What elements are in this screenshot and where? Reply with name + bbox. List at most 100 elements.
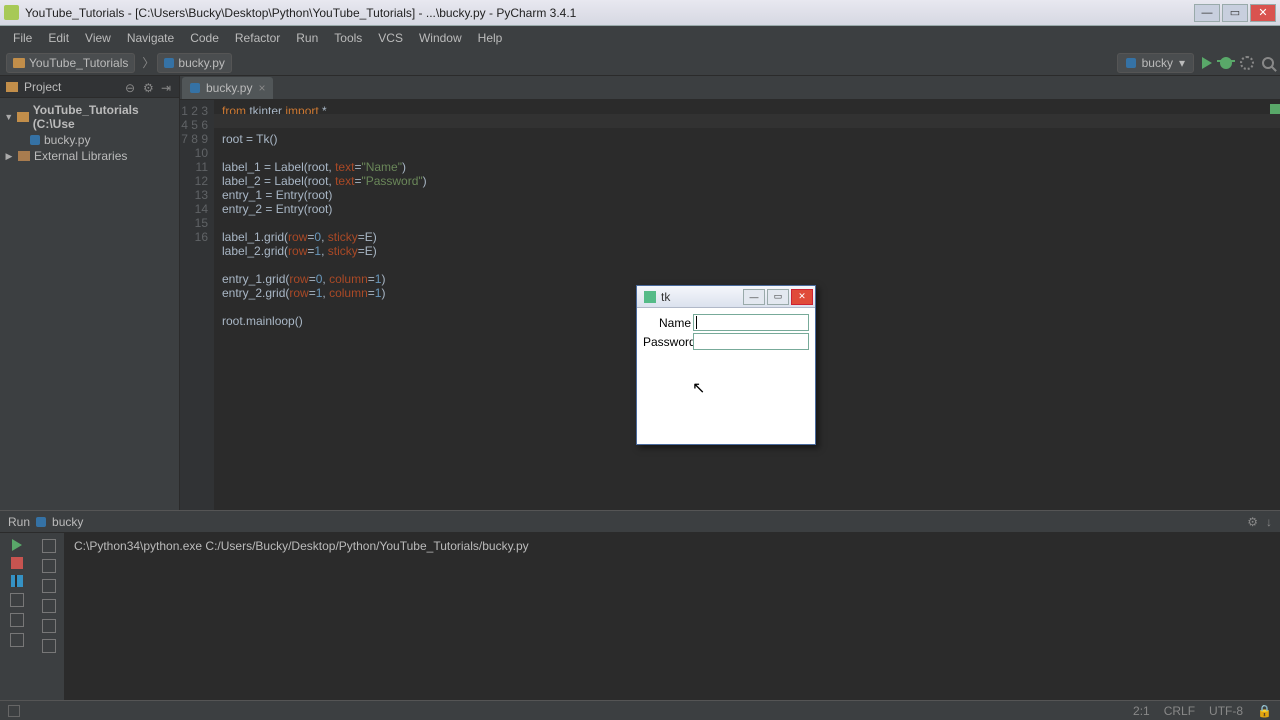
pin-icon[interactable]: ↓	[1266, 515, 1272, 529]
breadcrumb-project[interactable]: YouTube_Tutorials	[6, 53, 135, 73]
run-head-label: Run	[8, 515, 30, 529]
gear-icon[interactable]: ⚙	[1247, 515, 1258, 529]
tk-entry-password[interactable]	[693, 333, 809, 350]
tree-file-label: bucky.py	[44, 133, 90, 147]
menu-file[interactable]: File	[6, 28, 39, 48]
breadcrumb-file[interactable]: bucky.py	[157, 53, 231, 73]
tk-row-password: Password	[643, 333, 809, 350]
tree-external-label: External Libraries	[34, 149, 127, 163]
chevron-down-icon: ▾	[1179, 56, 1185, 70]
tab-label: bucky.py	[206, 81, 252, 95]
tk-titlebar[interactable]: tk — ▭ ✕	[637, 286, 815, 308]
menu-help[interactable]: Help	[471, 28, 510, 48]
status-bar: 2:1 CRLF UTF-8 🔒	[0, 700, 1280, 720]
library-icon	[18, 151, 30, 161]
tk-close-button[interactable]: ✕	[791, 289, 813, 305]
tree-external[interactable]: ▶ External Libraries	[0, 148, 179, 164]
maximize-button[interactable]: ▭	[1222, 4, 1248, 22]
tool-icon[interactable]	[10, 613, 24, 627]
python-icon	[1126, 58, 1136, 68]
window-title: YouTube_Tutorials - [C:\Users\Bucky\Desk…	[25, 6, 1194, 20]
python-icon	[190, 83, 200, 93]
trash-icon[interactable]	[42, 639, 56, 653]
run-config-dropdown[interactable]: bucky ▾	[1117, 53, 1194, 73]
tk-body: Name Password	[637, 308, 815, 358]
chevron-down-icon[interactable]: ▼	[4, 112, 13, 122]
status-eol[interactable]: CRLF	[1164, 704, 1195, 718]
debug-icon[interactable]	[1220, 57, 1232, 69]
pause-icon[interactable]	[11, 575, 23, 587]
status-caret-pos[interactable]: 2:1	[1133, 704, 1150, 718]
tree-file[interactable]: bucky.py	[0, 132, 179, 148]
menu-edit[interactable]: Edit	[41, 28, 76, 48]
run-config-name: bucky	[52, 515, 83, 529]
minimize-button[interactable]: —	[1194, 4, 1220, 22]
run-panel: Run bucky ⚙ ↓	[0, 510, 1280, 700]
tk-icon	[644, 291, 656, 303]
up-icon[interactable]	[42, 539, 56, 553]
folder-icon	[6, 82, 18, 92]
search-icon[interactable]	[1262, 57, 1274, 69]
down-icon[interactable]	[42, 559, 56, 573]
status-lock-icon[interactable]: 🔒	[1257, 704, 1272, 718]
menu-navigate[interactable]: Navigate	[120, 28, 181, 48]
nav-row: YouTube_Tutorials 〉 bucky.py bucky ▾	[0, 50, 1280, 76]
gutter: 1 2 3 4 5 6 7 8 9 10 11 12 13 14 15 16	[180, 100, 214, 510]
tk-entry-name[interactable]	[693, 314, 809, 331]
python-icon	[30, 135, 40, 145]
menu-refactor[interactable]: Refactor	[228, 28, 287, 48]
menu-tools[interactable]: Tools	[327, 28, 369, 48]
restart-icon[interactable]	[10, 593, 24, 607]
tree-root[interactable]: ▼ YouTube_Tutorials (C:\Use	[0, 102, 179, 132]
clear-icon[interactable]	[42, 619, 56, 633]
menu-code[interactable]: Code	[183, 28, 226, 48]
wrap-icon[interactable]	[42, 579, 56, 593]
tk-title-label: tk	[661, 290, 741, 304]
python-icon	[36, 517, 46, 527]
tk-maximize-button[interactable]: ▭	[767, 289, 789, 305]
rerun-icon[interactable]	[12, 539, 22, 551]
project-panel-title: Project	[24, 80, 61, 94]
code-ok-marker	[1270, 104, 1280, 114]
tk-row-name: Name	[643, 314, 809, 331]
collapse-icon[interactable]: ⊖	[125, 81, 137, 93]
hide-icon[interactable]: ⇥	[161, 81, 173, 93]
breadcrumb-project-label: YouTube_Tutorials	[29, 56, 128, 70]
breadcrumb-file-label: bucky.py	[178, 56, 224, 70]
tab-bucky[interactable]: bucky.py ×	[182, 77, 273, 99]
titlebar: YouTube_Tutorials - [C:\Users\Bucky\Desk…	[0, 0, 1280, 26]
tab-close-icon[interactable]: ×	[258, 81, 265, 95]
tk-minimize-button[interactable]: —	[743, 289, 765, 305]
pycharm-window: YouTube_Tutorials - [C:\Users\Bucky\Desk…	[0, 0, 1280, 720]
stop-icon[interactable]	[11, 557, 23, 569]
run-body: C:\Python34\python.exe C:/Users/Bucky/De…	[0, 533, 1280, 700]
project-panel-header[interactable]: Project ⊖ ⚙ ⇥	[0, 76, 179, 98]
menubar: File Edit View Navigate Code Refactor Ru…	[0, 26, 1280, 50]
python-icon	[164, 58, 174, 68]
folder-icon	[13, 58, 25, 68]
run-output[interactable]: C:\Python34\python.exe C:/Users/Bucky/De…	[64, 533, 1280, 700]
menu-window[interactable]: Window	[412, 28, 469, 48]
menu-vcs[interactable]: VCS	[371, 28, 410, 48]
run-tools-left	[0, 533, 34, 700]
status-box-icon[interactable]	[8, 705, 20, 717]
close-panel-icon[interactable]	[10, 633, 24, 647]
run-output-text: C:\Python34\python.exe C:/Users/Bucky/De…	[74, 539, 529, 553]
tk-label-name: Name	[643, 316, 693, 330]
print-icon[interactable]	[42, 599, 56, 613]
project-panel: Project ⊖ ⚙ ⇥ ▼ YouTube_Tutorials (C:\Us…	[0, 76, 180, 510]
run-panel-header[interactable]: Run bucky ⚙ ↓	[0, 511, 1280, 533]
menu-run[interactable]: Run	[289, 28, 325, 48]
tk-window[interactable]: tk — ▭ ✕ Name Password	[636, 285, 816, 445]
settings-icon[interactable]	[1240, 56, 1254, 70]
mouse-cursor-icon: ↖	[692, 378, 705, 398]
gear-icon[interactable]: ⚙	[143, 81, 155, 93]
tree-root-label: YouTube_Tutorials (C:\Use	[33, 103, 175, 131]
breadcrumb-sep: 〉	[142, 54, 154, 71]
status-encoding[interactable]: UTF-8	[1209, 704, 1243, 718]
menu-view[interactable]: View	[78, 28, 118, 48]
close-button[interactable]: ✕	[1250, 4, 1276, 22]
chevron-right-icon[interactable]: ▶	[4, 151, 14, 162]
run-icon[interactable]	[1202, 57, 1212, 69]
editor-tabs: bucky.py ×	[180, 76, 1280, 100]
